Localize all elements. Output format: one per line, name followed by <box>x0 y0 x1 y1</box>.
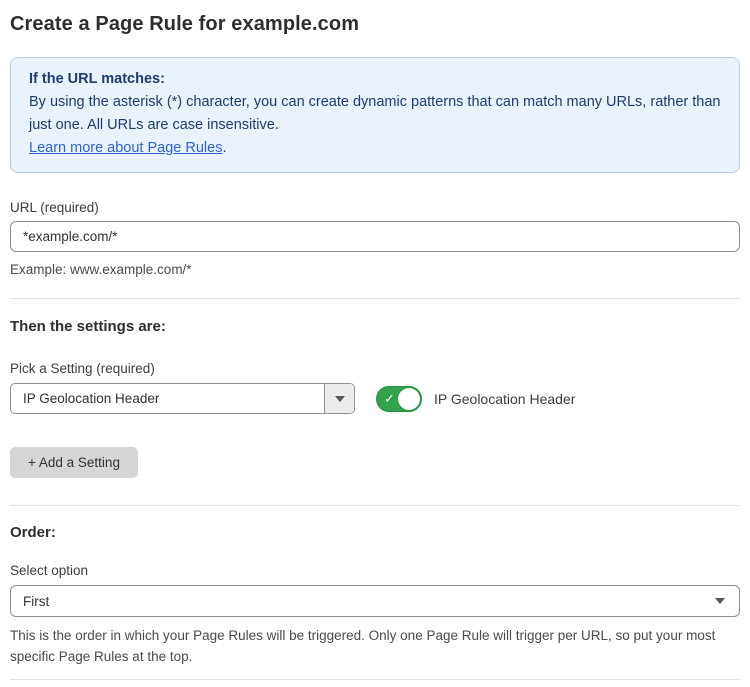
ip-geolocation-toggle[interactable]: ✓ <box>376 386 422 412</box>
info-box-link-line: Learn more about Page Rules. <box>29 137 721 160</box>
setting-select-value: IP Geolocation Header <box>11 384 324 413</box>
divider <box>10 298 740 299</box>
setting-select-dropdown-button[interactable] <box>324 384 354 413</box>
order-select-label: Select option <box>10 563 740 578</box>
toggle-knob <box>398 388 420 410</box>
link-period: . <box>222 140 226 156</box>
divider <box>10 679 740 680</box>
url-example-helper: Example: www.example.com/* <box>10 259 740 280</box>
order-select[interactable]: First <box>10 585 740 617</box>
setting-select[interactable]: IP Geolocation Header <box>10 383 355 414</box>
toggle-label: IP Geolocation Header <box>434 391 575 407</box>
add-setting-button[interactable]: + Add a Setting <box>10 447 138 478</box>
order-section-heading: Order: <box>10 524 740 541</box>
settings-section-heading: Then the settings are: <box>10 318 740 335</box>
info-box-body: By using the asterisk (*) character, you… <box>29 91 721 137</box>
learn-more-link[interactable]: Learn more about Page Rules <box>29 140 222 156</box>
check-icon: ✓ <box>384 392 395 405</box>
order-helper-text: This is the order in which your Page Rul… <box>10 625 730 667</box>
setting-row: IP Geolocation Header ✓ IP Geolocation H… <box>10 383 740 414</box>
url-field-label: URL (required) <box>10 200 740 215</box>
url-match-info-box: If the URL matches: By using the asteris… <box>10 57 740 173</box>
chevron-down-icon <box>715 598 725 604</box>
page-title: Create a Page Rule for example.com <box>10 13 740 36</box>
url-input[interactable] <box>10 221 740 252</box>
create-page-rule-form: Create a Page Rule for example.com If th… <box>0 13 750 687</box>
setting-picker-label: Pick a Setting (required) <box>10 361 740 376</box>
divider <box>10 505 740 506</box>
chevron-down-icon <box>335 396 345 402</box>
order-select-value: First <box>23 594 49 609</box>
info-box-heading: If the URL matches: <box>29 68 721 91</box>
